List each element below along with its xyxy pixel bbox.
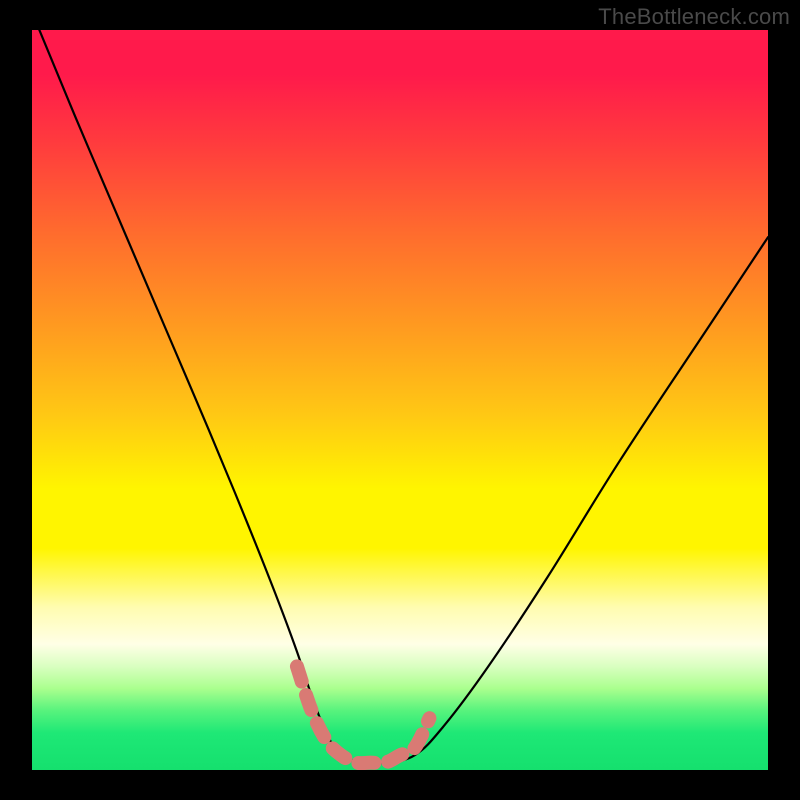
trough-highlight xyxy=(297,666,429,763)
chart-frame: TheBottleneck.com xyxy=(0,0,800,800)
curve-svg xyxy=(32,30,768,770)
watermark-label: TheBottleneck.com xyxy=(598,4,790,30)
plot-area xyxy=(32,30,768,770)
bottleneck-curve xyxy=(39,30,768,764)
